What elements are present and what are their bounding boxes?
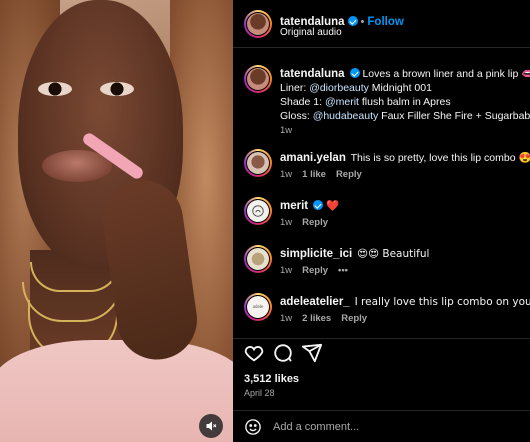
speaker-muted-icon[interactable] — [199, 414, 223, 438]
merit-logo-icon — [252, 205, 264, 217]
verified-badge-icon — [347, 16, 358, 26]
caption-liner-prefix: Liner: — [280, 82, 310, 94]
add-comment-bar — [233, 410, 530, 442]
comment-time[interactable]: 1w — [280, 313, 292, 324]
comments-list[interactable]: tatendaluna Loves a brown liner and a pi… — [233, 49, 530, 328]
comment-line: simplicite_ici 😍😍 Beautiful — [280, 247, 429, 261]
verified-badge-icon — [313, 200, 324, 210]
reply-button[interactable]: Reply — [302, 217, 328, 228]
media-eye-right — [100, 82, 134, 96]
caption-shade-suffix: flush balm in Apres — [358, 96, 451, 108]
comment-avatar[interactable] — [244, 245, 272, 273]
comment-username[interactable]: simplicite_ici — [280, 248, 352, 260]
comment-line: merit ❤️ — [280, 199, 339, 213]
reply-button[interactable]: Reply — [341, 313, 367, 324]
comment-time[interactable]: 1w — [280, 169, 292, 180]
author-avatar[interactable] — [244, 10, 272, 38]
reply-button[interactable]: Reply — [336, 169, 362, 180]
caption-line-4: Gloss: @hudabeauty Faux Filler She Fire … — [280, 109, 530, 123]
caption-gloss-prefix: Gloss: — [280, 110, 313, 122]
comment-line: adeleatelier_ I really love this lip com… — [280, 295, 530, 309]
mention-link[interactable]: @hudabeauty — [313, 110, 379, 122]
separator-dot: • — [360, 16, 365, 28]
heart-icon[interactable] — [243, 342, 265, 364]
caption-author-avatar[interactable] — [244, 65, 272, 93]
comment-text: ❤️ — [326, 200, 340, 212]
caption-time[interactable]: 1w — [280, 125, 292, 136]
reply-button[interactable]: Reply — [302, 265, 328, 276]
comment-avatar[interactable] — [244, 197, 272, 225]
comment-line: amani.yelan This is so pretty, love this… — [280, 151, 530, 165]
caption-liner-suffix: Midnight 001 — [368, 82, 432, 94]
comment-meta: 1w 1 like Reply — [280, 169, 372, 180]
mention-link[interactable]: @diorbeauty — [309, 82, 369, 94]
comment-likes[interactable]: 2 likes — [302, 313, 331, 324]
share-icon[interactable] — [301, 342, 323, 364]
audio-label[interactable]: Original audio — [280, 27, 342, 38]
comment-username[interactable]: amani.yelan — [280, 152, 346, 164]
action-bar — [233, 338, 530, 366]
post-header: tatendaluna • Follow Original audio — [233, 0, 530, 48]
comment-text: 😍😍 Beautiful — [357, 248, 430, 260]
comment-likes[interactable]: 1 like — [302, 169, 326, 180]
verified-badge-icon — [349, 68, 360, 78]
comment-meta: 1w Reply ••• — [280, 265, 358, 276]
comment-time[interactable]: 1w — [280, 265, 292, 276]
more-options-icon[interactable]: ••• — [338, 265, 348, 276]
caption-line-2: Liner: @diorbeauty Midnight 001 — [280, 81, 432, 95]
media-eye-left — [38, 82, 72, 96]
follow-button[interactable]: Follow — [367, 16, 403, 28]
post-panel: tatendaluna • Follow Original audio tatend… — [233, 0, 530, 442]
caption-meta: 1w — [280, 125, 302, 136]
comment-meta: 1w 2 likes Reply — [280, 313, 377, 324]
adele-logo-icon: adele — [252, 304, 264, 310]
comment-input[interactable] — [273, 418, 513, 436]
comment-username[interactable]: adeleatelier_ — [280, 296, 350, 308]
caption-text: Loves a brown liner and a pink lip 👄 — [362, 68, 530, 80]
comment-username[interactable]: merit — [280, 200, 308, 212]
likes-count[interactable]: 3,512 likes — [244, 373, 299, 385]
caption-line-1: tatendaluna Loves a brown liner and a pi… — [280, 67, 530, 81]
comment-icon[interactable] — [272, 342, 294, 364]
smiley-icon[interactable] — [244, 418, 262, 436]
comment-text: This is so pretty, love this lip combo 😍 — [350, 152, 530, 164]
caption-line-3: Shade 1: @merit flush balm in Apres — [280, 95, 451, 109]
comment-meta: 1w Reply — [280, 217, 338, 228]
post-date[interactable]: April 28 — [244, 388, 275, 398]
post-media[interactable] — [0, 0, 233, 442]
caption-gloss-suffix: Faux Filler She Fire + Sugarbaby — [378, 110, 530, 122]
mention-link[interactable]: @merit — [325, 96, 359, 108]
comment-time[interactable]: 1w — [280, 217, 292, 228]
caption-shade-prefix: Shade 1: — [280, 96, 325, 108]
comment-avatar[interactable]: adele — [244, 293, 272, 321]
comment-text: I really love this lip combo on you! 😍❤️ — [354, 296, 530, 308]
comment-avatar[interactable] — [244, 149, 272, 177]
caption-username[interactable]: tatendaluna — [280, 68, 345, 80]
